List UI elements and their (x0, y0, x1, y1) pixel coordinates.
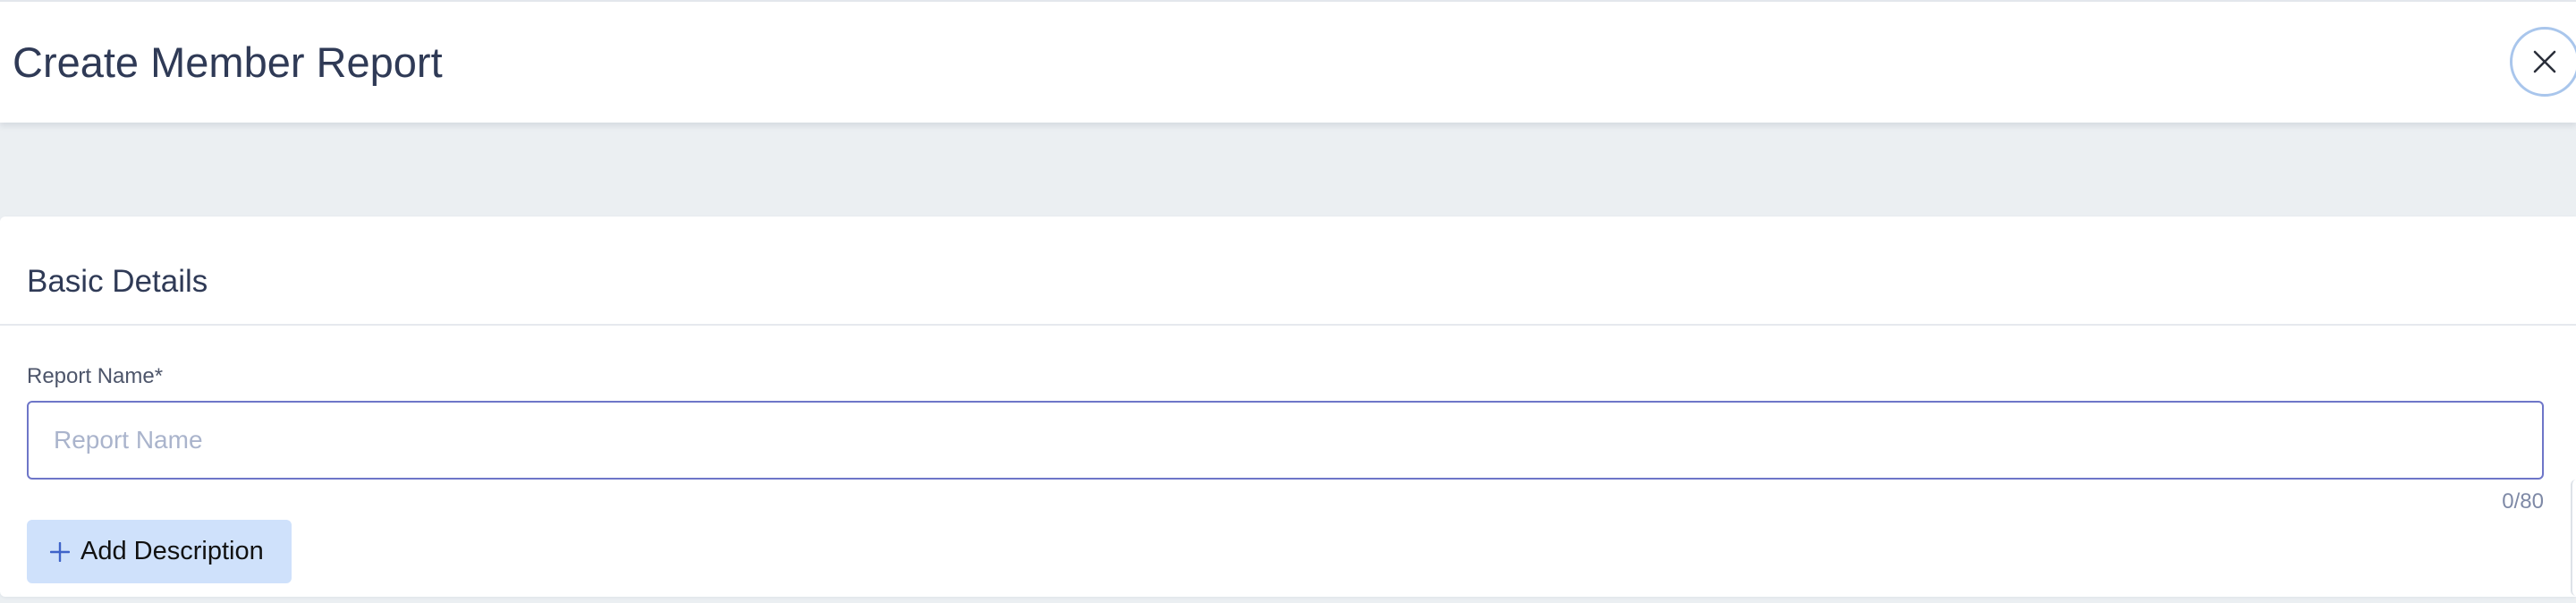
basic-details-card: Basic Details Report Name* 0/80 Add Desc… (0, 217, 2576, 597)
report-name-label: Report Name* (27, 364, 164, 388)
create-member-report-page: Create Member Report Basic Details Repor… (0, 0, 2576, 603)
report-name-input[interactable] (27, 401, 2544, 480)
close-button[interactable] (2510, 27, 2576, 97)
section-title: Basic Details (27, 264, 208, 299)
close-icon (2533, 50, 2556, 73)
adjacent-panel-edge (2571, 480, 2576, 596)
add-description-button[interactable]: Add Description (27, 520, 292, 583)
add-description-label: Add Description (80, 537, 264, 565)
page-header: Create Member Report (0, 0, 2576, 123)
plus-icon (50, 541, 70, 562)
report-name-char-counter: 0/80 (2502, 489, 2544, 514)
page-title: Create Member Report (13, 38, 443, 86)
section-divider (0, 324, 2576, 326)
